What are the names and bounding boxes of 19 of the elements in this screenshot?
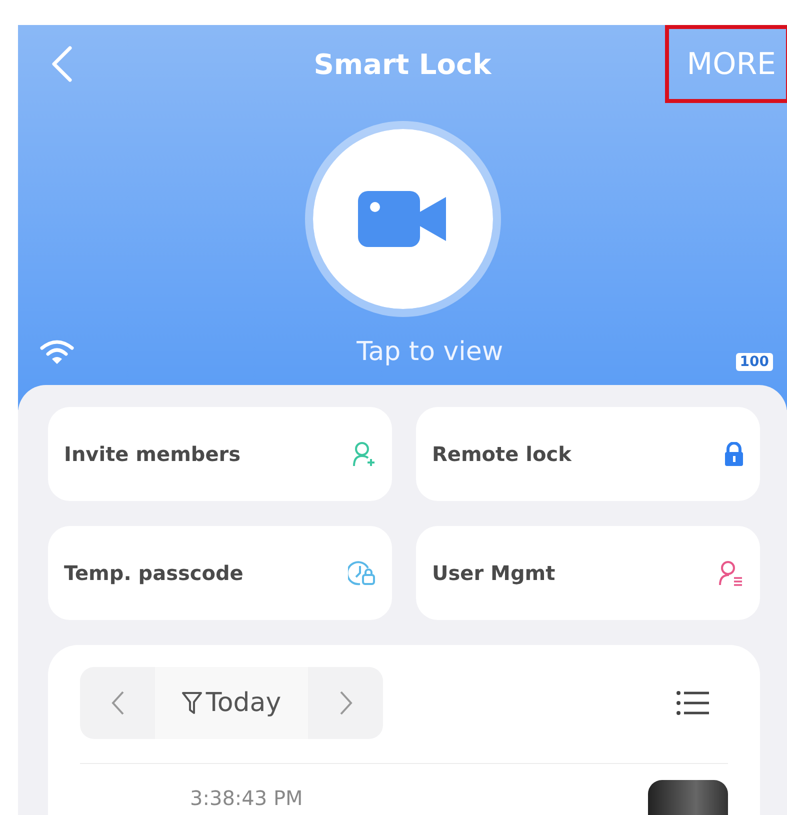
action-card[interactable]: Invite members [48,407,392,501]
add-person-icon [352,441,376,467]
action-card[interactable]: User Mgmt [416,526,760,620]
clock-lock-icon [348,560,376,586]
wifi-icon [40,339,74,365]
action-card[interactable]: Temp. passcode [48,526,392,620]
battery-indicator: 100 [736,353,773,371]
list-icon[interactable] [676,690,710,716]
event-time: 3:38:43 PM [190,786,303,810]
filter-icon [182,691,202,715]
person-list-icon [718,560,744,586]
chevron-right-icon [338,690,352,716]
screen-title: Smart Lock [314,48,492,80]
chevron-left-icon [110,690,124,716]
padlock-icon [724,442,744,466]
date-filter-button[interactable]: Today [155,667,308,739]
back-icon[interactable] [51,46,73,82]
action-card[interactable]: Remote lock [416,407,760,501]
video-camera-icon [358,191,448,247]
